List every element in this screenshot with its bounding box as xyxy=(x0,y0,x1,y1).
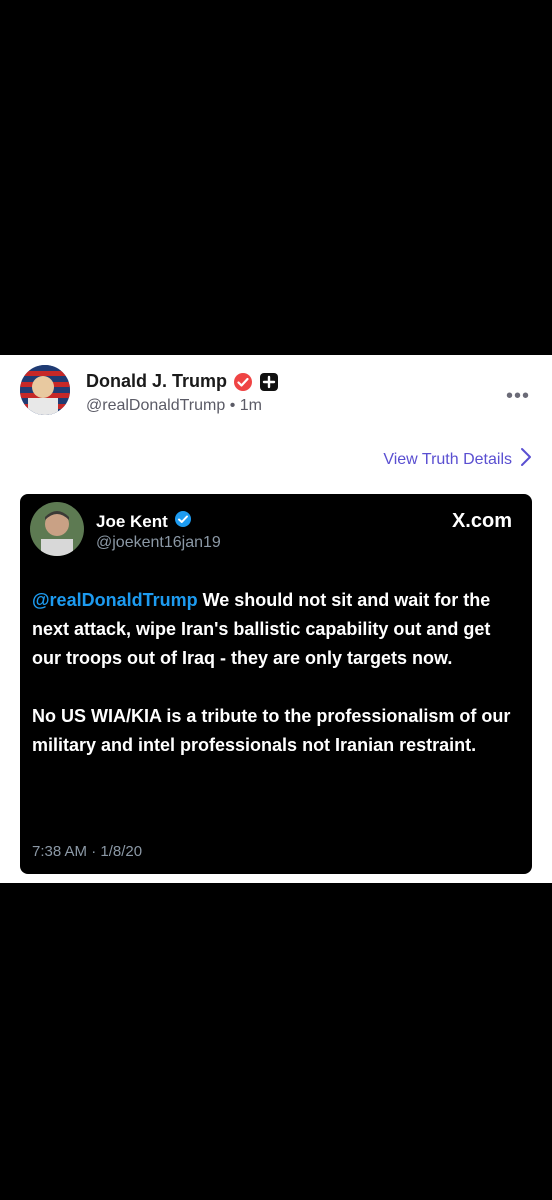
author-avatar[interactable] xyxy=(20,365,70,415)
author-name-row: Donald J. Trump xyxy=(86,371,279,392)
tweet-author-avatar[interactable] xyxy=(30,502,84,556)
tweet-author-name-row: Joe Kent xyxy=(96,510,192,533)
tweet-paragraph-1: @realDonaldTrump We should not sit and w… xyxy=(32,586,514,673)
embedded-tweet-card[interactable]: Joe Kent @joekent16jan19 X.com @realDona… xyxy=(20,494,532,874)
chevron-right-icon xyxy=(520,447,532,472)
bottom-black-area xyxy=(0,883,552,1200)
author-handle[interactable]: @realDonaldTrump xyxy=(86,397,225,414)
tweet-mention-link[interactable]: @realDonaldTrump xyxy=(32,590,198,610)
tweet-author-name[interactable]: Joe Kent xyxy=(96,512,168,532)
separator-dot: • xyxy=(229,397,236,414)
verified-badge-icon xyxy=(233,372,253,392)
top-black-area xyxy=(0,0,552,355)
x-com-source-label: X.com xyxy=(451,510,512,532)
verified-check-icon xyxy=(174,510,192,533)
post-header: Donald J. Trump @realDonaldTrump • 1m ••… xyxy=(20,365,534,425)
tweet-body: @realDonaldTrump We should not sit and w… xyxy=(32,586,514,760)
more-options-button[interactable]: ••• xyxy=(506,385,530,408)
plus-badge-icon xyxy=(259,372,279,392)
tweet-author-handle[interactable]: @joekent16jan19 xyxy=(96,534,221,552)
tweet-timestamp: 7:38 AM · 1/8/20 xyxy=(32,843,143,860)
view-details-label: View Truth Details xyxy=(383,450,512,468)
tweet-paragraph-2: No US WIA/KIA is a tribute to the profes… xyxy=(32,706,511,755)
post-time: 1m xyxy=(239,397,263,414)
author-handle-row: @realDonaldTrump • 1m xyxy=(86,397,262,415)
truth-post: Donald J. Trump @realDonaldTrump • 1m ••… xyxy=(0,355,552,883)
view-truth-details-link[interactable]: View Truth Details xyxy=(383,447,532,472)
author-name[interactable]: Donald J. Trump xyxy=(86,371,227,392)
